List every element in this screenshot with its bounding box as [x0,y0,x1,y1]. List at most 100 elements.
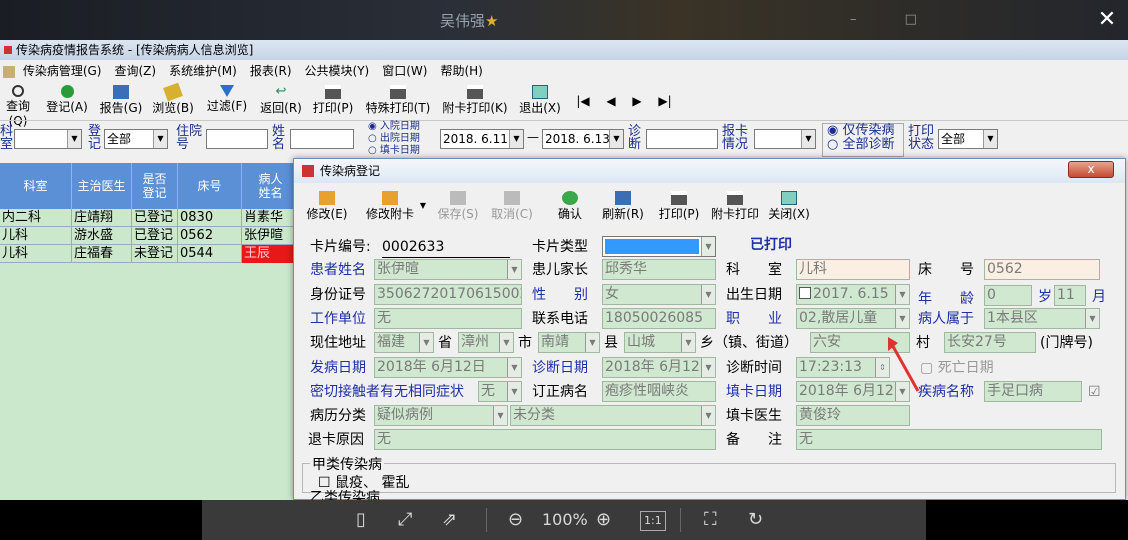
col-patient-name[interactable]: 病人姓名 [242,163,300,209]
register-filter-select[interactable]: 全部 ▼ [104,129,168,149]
name-filter-input[interactable] [290,129,354,149]
name-field[interactable]: 张伊暄 ▼ [374,259,522,280]
city-field[interactable]: 漳州 ▼ [458,332,514,353]
diagnosis-filter-input[interactable] [646,129,718,149]
fit-screen-icon[interactable]: ⛶ [704,508,717,532]
zoom-in-icon[interactable]: ⊕ [596,508,611,532]
back-button[interactable]: ↩ 返回(R) [258,84,304,118]
dialog-attach-print-button[interactable]: 附卡打印 [708,191,762,225]
dept-filter-select[interactable]: ▼ [14,129,82,149]
nav-next-button[interactable]: ▶ [630,84,644,118]
job-field[interactable]: 02,散居儿童 ▼ [796,308,910,329]
birth-label: 出生日期 [726,287,782,303]
col-dept[interactable]: 科室 [0,163,72,209]
col-doctor[interactable]: 主治医生 [72,163,132,209]
diag-time-field[interactable]: 17:23:13 ⇕ [796,357,890,378]
note-field[interactable]: 无 [796,429,1102,450]
reject-field[interactable]: 无 [374,429,716,450]
radio-infectious-only[interactable]: ◉ 仅传染病 [827,124,903,138]
zoom-out-icon[interactable]: ⊖ [508,508,523,532]
print-button[interactable]: 打印(P) [310,84,356,118]
print-status-select[interactable]: 全部 ▼ [938,129,998,149]
dialog-close-tool-button[interactable]: 关闭(X) [766,191,812,225]
card-type-select[interactable]: ▼ [602,236,716,257]
col-bed[interactable]: 床号 [178,163,242,209]
case-field[interactable]: 疑似病例 ▼ [374,405,508,426]
special-print-button[interactable]: 特殊打印(T) [362,84,434,118]
save-button[interactable]: 保存(S) [436,191,480,225]
belong-field[interactable]: 1本县区 ▼ [984,308,1100,329]
menu-item[interactable]: 公共模块(Y) [305,60,370,82]
chevron-down-icon: ▼ [507,358,521,377]
town-field[interactable]: 山城 ▼ [624,332,696,353]
report-button[interactable]: 报告(G) [98,84,144,118]
register-button[interactable]: 登记(A) [44,84,90,118]
id-field[interactable]: 350627201706150021 [374,284,522,305]
inpatient-no-input[interactable] [206,129,268,149]
window-controls[interactable]: – □ [850,12,939,27]
menu-item[interactable]: 传染病管理(G) [23,60,102,82]
parent-field[interactable]: 邱秀华 [602,259,716,280]
house-field[interactable]: 长安27号 [944,332,1036,353]
share-icon[interactable]: ⇗ [442,508,457,532]
nav-prev-button[interactable]: ◀ [604,84,618,118]
nav-last-button[interactable]: ▶| [656,84,674,118]
dialog-close-button[interactable]: x [1068,161,1114,178]
phone-field[interactable]: 18050026085 [602,308,716,329]
table-row[interactable]: 儿科 游水盛 已登记 0562 张伊暄 [0,227,300,245]
province-field[interactable]: 福建 ▼ [374,332,434,353]
doctor-field[interactable]: 黄俊玲 [796,405,910,426]
death-label-text: 死亡日期 [937,360,994,376]
actual-size-icon[interactable]: 1:1 [640,511,666,531]
birth-field[interactable]: 2017. 6.15 ▼ [796,284,910,305]
edit-attach-dropdown[interactable]: ▼ [418,201,428,235]
bed-field[interactable]: 0562 [984,259,1100,280]
refresh-button[interactable]: 刷新(R) [600,191,646,225]
attach-print-button[interactable]: 附卡打印(K) [438,84,512,118]
edit-button[interactable]: 修改(E) [304,191,350,225]
dept-field[interactable]: 儿科 [796,259,910,280]
sex-field[interactable]: 女 ▼ [602,284,716,305]
onset-field[interactable]: 2018年 6月12日 ▼ [374,357,522,378]
age-year-field[interactable]: 0 [984,285,1032,306]
diag-date-field[interactable]: 2018年 6月12 ▼ [602,357,716,378]
menu-item[interactable]: 报表(R) [250,60,292,82]
date-from-input[interactable]: 2018. 6.11 ▼ [440,129,524,149]
filter-button[interactable]: 过滤(F) [204,84,250,118]
cancel-button[interactable]: 取消(C) [490,191,534,225]
browse-button[interactable]: 浏览(B) [150,82,196,118]
table-row[interactable]: 内二科 庄靖翔 已登记 0830 肖素华 [0,209,300,227]
radio-all-diagnosis[interactable]: ○ 全部诊断 [827,138,903,152]
work-field[interactable]: 无 [374,308,522,329]
county-field[interactable]: 南靖 ▼ [538,332,600,353]
revise-field[interactable]: 疱疹性咽峡炎 [602,381,716,402]
menu-item[interactable]: 查询(Z) [115,60,157,82]
confirm-button[interactable]: 确认 [550,191,590,225]
disease-checkbox[interactable]: ☑ [1088,382,1101,402]
rotate-icon[interactable]: ↻ [748,508,763,532]
radio-card-date[interactable]: ○ 填卡日期 [368,145,438,157]
birth-checkbox[interactable] [799,287,811,299]
contact-field[interactable]: 无 ▼ [478,381,522,402]
edit-attach-button[interactable]: 修改附卡 [358,191,422,225]
viewer-close-button[interactable]: ✕ [1094,6,1120,34]
nav-first-button[interactable]: |◀ [574,84,592,118]
report-status-select[interactable]: ▼ [754,129,816,149]
menu-item[interactable]: 帮助(H) [440,60,482,82]
age-month-field[interactable]: 11 [1054,285,1086,306]
menu-item[interactable]: 窗口(W) [382,60,427,82]
exit-button[interactable]: 退出(X) [516,84,564,118]
date-to-input[interactable]: 2018. 6.13 ▼ [542,129,624,149]
table-row[interactable]: 儿科 庄福春 未登记 0544 王辰 [0,245,300,263]
case2-field[interactable]: 未分类 ▼ [510,405,716,426]
radio-admission[interactable]: ◉ 入院日期 [368,121,438,133]
radio-discharge[interactable]: ○ 出院日期 [368,133,438,145]
menu-item[interactable]: 系统维护(M) [169,60,237,82]
query-button[interactable]: 查询(Q) [0,84,38,128]
col-registered[interactable]: 是否登记 [132,163,178,209]
disease-field[interactable]: 手足口病 [984,381,1082,402]
note-label: 备 注 [726,432,782,448]
save-icon[interactable]: ▯ [356,508,366,532]
dialog-print-button[interactable]: 打印(P) [656,191,702,225]
crop-icon[interactable]: ⤢ [398,508,412,532]
